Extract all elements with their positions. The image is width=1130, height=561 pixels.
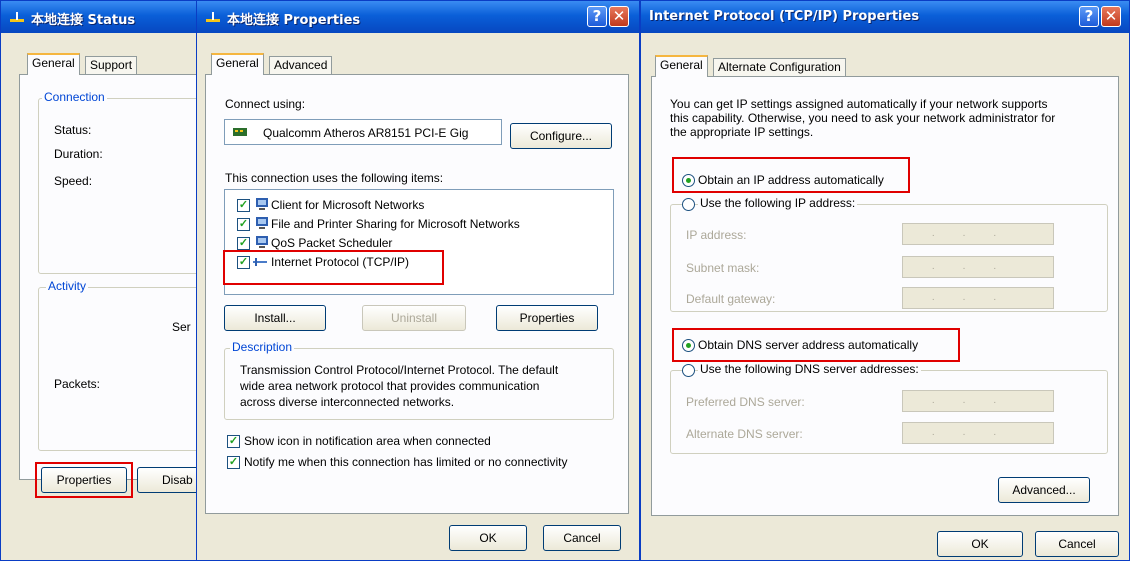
activity-legend: Activity bbox=[46, 279, 89, 293]
qos-scheduler-icon bbox=[256, 236, 268, 248]
ok-button[interactable]: OK bbox=[449, 525, 527, 551]
preferred-dns-label: Preferred DNS server: bbox=[686, 395, 805, 409]
show-icon-checkbox[interactable]: ✓ bbox=[227, 435, 240, 448]
speed-label: Speed: bbox=[54, 174, 93, 188]
tab-panel: Connect using: Qualcomm Atheros AR8151 P… bbox=[205, 74, 629, 514]
tcpip-titlebar[interactable]: Internet Protocol (TCP/IP) Properties ? … bbox=[641, 1, 1129, 33]
tab-panel: You can get IP settings assigned automat… bbox=[651, 76, 1119, 516]
subnet-mask-field: ... bbox=[902, 256, 1054, 278]
status-window: 本地连接 Status General Support Connection S… bbox=[0, 0, 200, 561]
use-ip-label: Use the following IP address: bbox=[698, 196, 858, 210]
item-checkbox[interactable]: ✓ bbox=[237, 218, 250, 231]
item-checkbox[interactable]: ✓ bbox=[237, 199, 250, 212]
status-label: Status: bbox=[54, 123, 92, 137]
disable-button[interactable]: Disab bbox=[137, 467, 199, 493]
notify-checkbox[interactable]: ✓ bbox=[227, 456, 240, 469]
ip-octet-dots: ... bbox=[931, 228, 1025, 239]
item-checkbox[interactable]: ✓ bbox=[237, 237, 250, 250]
use-ip-radio[interactable] bbox=[682, 198, 695, 211]
connect-using-label: Connect using: bbox=[225, 97, 306, 111]
obtain-ip-label: Obtain an IP address automatically bbox=[698, 173, 884, 187]
description-legend: Description bbox=[230, 340, 295, 354]
properties-titlebar[interactable]: 本地连接 Properties ? ✕ bbox=[197, 1, 639, 33]
ip-address-field: ... bbox=[902, 223, 1054, 245]
network-connection-icon bbox=[206, 12, 220, 22]
tab-alternate-configuration[interactable]: Alternate Configuration bbox=[713, 58, 846, 77]
ip-octet-dots: ... bbox=[931, 427, 1025, 438]
window-title: 本地连接 Properties bbox=[227, 13, 361, 28]
highlight-properties bbox=[35, 462, 133, 498]
connection-legend: Connection bbox=[42, 90, 107, 104]
tab-support[interactable]: Support bbox=[85, 56, 138, 75]
ip-octet-dots: ... bbox=[931, 395, 1025, 406]
use-dns-radio[interactable] bbox=[682, 364, 695, 377]
obtain-ip-radio[interactable] bbox=[682, 174, 695, 187]
network-adapter-icon bbox=[233, 128, 247, 136]
tab-general[interactable]: General bbox=[27, 53, 80, 75]
show-icon-label: Show icon in notification area when conn… bbox=[244, 434, 491, 448]
intro-line: the appropriate IP settings. bbox=[670, 125, 814, 139]
list-item-label[interactable]: QoS Packet Scheduler bbox=[271, 236, 392, 250]
packets-label: Packets: bbox=[54, 377, 101, 391]
network-connection-icon bbox=[10, 12, 24, 22]
help-button[interactable]: ? bbox=[587, 6, 607, 27]
highlight-tcpip bbox=[223, 250, 444, 285]
subnet-mask-label: Subnet mask: bbox=[686, 261, 760, 275]
items-label: This connection uses the following items… bbox=[225, 171, 444, 185]
properties-window: 本地连接 Properties ? ✕ General Advanced Con… bbox=[196, 0, 640, 561]
sent-label: Ser bbox=[172, 320, 191, 334]
duration-label: Duration: bbox=[54, 147, 103, 161]
tab-advanced[interactable]: Advanced bbox=[269, 56, 333, 75]
window-title: Internet Protocol (TCP/IP) Properties bbox=[649, 9, 920, 24]
notify-label: Notify me when this connection has limit… bbox=[244, 455, 568, 469]
description-line: Transmission Control Protocol/Internet P… bbox=[240, 363, 559, 377]
file-sharing-icon bbox=[256, 217, 268, 229]
activity-groupbox bbox=[38, 287, 199, 451]
adapter-field: Qualcomm Atheros AR8151 PCI-E Gig bbox=[224, 119, 502, 145]
ip-octet-dots: ... bbox=[931, 261, 1025, 272]
tab-general[interactable]: General bbox=[211, 53, 264, 75]
ip-octet-dots: ... bbox=[931, 292, 1025, 303]
install-button[interactable]: Install... bbox=[224, 305, 326, 331]
alternate-dns-field: ... bbox=[902, 422, 1054, 444]
preferred-dns-field: ... bbox=[902, 390, 1054, 412]
ip-address-label: IP address: bbox=[686, 228, 747, 242]
ok-button[interactable]: OK bbox=[937, 531, 1023, 557]
tcpip-window: Internet Protocol (TCP/IP) Properties ? … bbox=[640, 0, 1130, 561]
intro-line: this capability. Otherwise, you need to … bbox=[670, 111, 1056, 125]
uninstall-button: Uninstall bbox=[362, 305, 466, 331]
tab-panel: Connection Status: Duration: Speed: Acti… bbox=[19, 74, 199, 480]
help-button[interactable]: ? bbox=[1079, 6, 1099, 27]
properties-button[interactable]: Properties bbox=[496, 305, 598, 331]
list-item-label[interactable]: File and Printer Sharing for Microsoft N… bbox=[271, 217, 520, 231]
advanced-button[interactable]: Advanced... bbox=[998, 477, 1090, 503]
configure-button[interactable]: Configure... bbox=[510, 123, 612, 149]
close-button[interactable]: ✕ bbox=[1101, 6, 1121, 27]
adapter-name: Qualcomm Atheros AR8151 PCI-E Gig bbox=[263, 126, 469, 140]
use-dns-label: Use the following DNS server addresses: bbox=[698, 362, 921, 376]
close-button[interactable]: ✕ bbox=[609, 6, 629, 27]
obtain-dns-radio[interactable] bbox=[682, 339, 695, 352]
description-line: across diverse interconnected networks. bbox=[240, 395, 455, 409]
default-gateway-field: ... bbox=[902, 287, 1054, 309]
window-title: 本地连接 Status bbox=[31, 13, 136, 28]
intro-line: You can get IP settings assigned automat… bbox=[670, 97, 1048, 111]
alternate-dns-label: Alternate DNS server: bbox=[686, 427, 803, 441]
cancel-button[interactable]: Cancel bbox=[543, 525, 621, 551]
network-client-icon bbox=[256, 198, 268, 210]
status-titlebar[interactable]: 本地连接 Status bbox=[1, 1, 199, 33]
tab-general[interactable]: General bbox=[655, 55, 708, 77]
list-item-label[interactable]: Client for Microsoft Networks bbox=[271, 198, 424, 212]
default-gateway-label: Default gateway: bbox=[686, 292, 776, 306]
description-line: wide area network protocol that provides… bbox=[240, 379, 540, 393]
obtain-dns-label: Obtain DNS server address automatically bbox=[698, 338, 919, 352]
cancel-button[interactable]: Cancel bbox=[1035, 531, 1119, 557]
